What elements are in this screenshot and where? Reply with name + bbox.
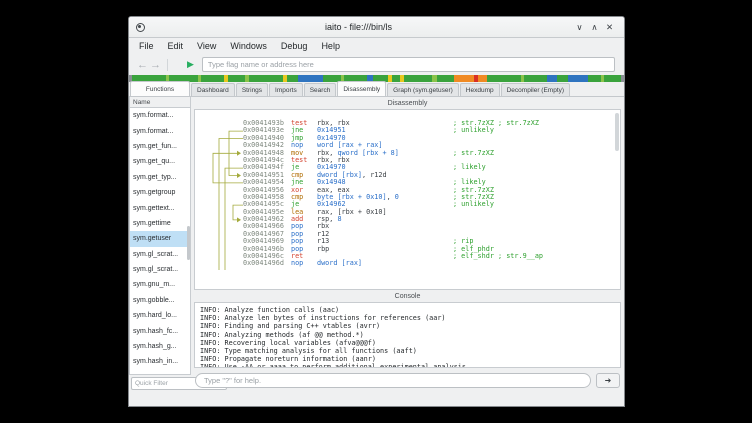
disassembly-view[interactable]: 0x0041493btestrbx, rbx; str.7zXZ ; str.7…: [194, 109, 621, 290]
close-button[interactable]: ✕: [602, 20, 617, 35]
function-item[interactable]: sym.format...: [130, 108, 190, 123]
function-item[interactable]: sym.getuser: [130, 231, 190, 246]
memory-segment: [588, 75, 600, 82]
function-item[interactable]: sym.hash_fc...: [130, 323, 190, 338]
console-line: INFO: Analyze function calls (aac): [200, 306, 615, 314]
functions-scrollbar[interactable]: [187, 226, 190, 260]
instruction-address: 0x0041496d: [243, 260, 291, 267]
console-line: INFO: Type matching analysis for all fun…: [200, 347, 615, 355]
toolbar-separator: [167, 59, 168, 71]
function-item[interactable]: sym.hard_lo...: [130, 308, 190, 323]
operand: , r12d: [362, 171, 387, 179]
function-item[interactable]: sym.get_qu...: [130, 154, 190, 169]
maximize-button[interactable]: ∧: [587, 20, 602, 35]
tab-search[interactable]: Search: [304, 83, 337, 96]
operand: 0: [395, 193, 399, 201]
function-item[interactable]: sym.get_typ...: [130, 170, 190, 185]
window-title: iaito - file:///bin/ls: [145, 22, 572, 32]
operand: 8: [337, 215, 341, 223]
app-window: iaito - file:///bin/ls ∨ ∧ ✕ File Edit V…: [128, 16, 625, 407]
minimize-button[interactable]: ∨: [572, 20, 587, 35]
comment: ; unlikely: [453, 201, 494, 208]
function-item[interactable]: sym.gl_scrat...: [130, 247, 190, 262]
console-input[interactable]: [195, 373, 591, 388]
comment: ; str.7zXZ: [453, 150, 494, 157]
comment: ; elf_shdr ; str.9__ap: [453, 253, 543, 260]
function-item[interactable]: sym.getgroup: [130, 185, 190, 200]
send-arrow-icon: ➜: [605, 376, 612, 385]
console-line: INFO: Recovering local variables (afva@@…: [200, 339, 615, 347]
menu-edit[interactable]: Edit: [161, 40, 191, 52]
operand: dword [rax]: [317, 259, 362, 267]
main-tabs: DashboardStringsImportsSearchDisassembly…: [191, 81, 571, 96]
tab-imports[interactable]: Imports: [269, 83, 303, 96]
functions-panel: Name sym.format...sym.format...sym.get_f…: [129, 97, 191, 392]
comment: ; unlikely: [453, 127, 494, 134]
function-item[interactable]: sym.hash_in...: [130, 354, 190, 369]
tab-dashboard[interactable]: Dashboard: [191, 83, 235, 96]
menu-debug[interactable]: Debug: [274, 40, 315, 52]
analyze-play-icon[interactable]: ▶: [187, 59, 194, 70]
menu-bar: File Edit View Windows Debug Help: [129, 38, 624, 54]
memory-segment: [604, 75, 621, 82]
address-input[interactable]: [202, 57, 615, 72]
comment: ; likely: [453, 164, 486, 171]
tab-graph-sym-getuser[interactable]: Graph (sym.getuser): [387, 83, 459, 96]
disassembly-line[interactable]: 0x0041496dnopdword [rax]: [203, 260, 610, 267]
memory-segment: [621, 75, 624, 82]
function-item[interactable]: sym.get_fun...: [130, 139, 190, 154]
quick-filter-row: ✕: [129, 375, 191, 392]
console-output[interactable]: INFO: Analyze function calls (aac)INFO: …: [194, 302, 621, 368]
console-input-row: ➜: [191, 368, 624, 392]
memory-segment: [568, 75, 588, 82]
function-item[interactable]: sym.gl_scrat...: [130, 262, 190, 277]
status-bar: [129, 392, 624, 406]
content-area: Disassembly 0x0041493btestrbx, rbx; str.…: [191, 97, 624, 392]
tab-decompiler-empty[interactable]: Decompiler (Empty): [501, 83, 570, 96]
function-item[interactable]: sym.gettime: [130, 216, 190, 231]
tab-bar: Functions DashboardStringsImportsSearchD…: [129, 82, 624, 97]
console-line: INFO: Analyze len bytes of instructions …: [200, 314, 615, 322]
function-item[interactable]: sym.gnu_m...: [130, 277, 190, 292]
function-item[interactable]: sym.format...: [130, 123, 190, 138]
console-line: INFO: Analyzing methods (af @@ method.*): [200, 331, 615, 339]
function-item[interactable]: sym.gettext...: [130, 200, 190, 215]
functions-name-column-header[interactable]: Name: [129, 97, 191, 108]
disassembly-scrollbar[interactable]: [615, 113, 619, 151]
disassembly-dock-title[interactable]: Disassembly: [191, 97, 624, 109]
menu-help[interactable]: Help: [314, 40, 347, 52]
operand: ,: [387, 193, 395, 201]
back-icon[interactable]: ←: [136, 59, 149, 71]
operand: rbp: [317, 245, 329, 253]
console-line: INFO: Propagate noreturn information (aa…: [200, 355, 615, 363]
function-item[interactable]: sym.hash_g...: [130, 339, 190, 354]
forward-icon[interactable]: →: [149, 59, 162, 71]
menu-windows[interactable]: Windows: [223, 40, 274, 52]
tab-disassembly[interactable]: Disassembly: [337, 81, 386, 96]
console-dock-title[interactable]: Console: [191, 290, 624, 302]
function-item[interactable]: sym.gobble...: [130, 293, 190, 308]
console-send-button[interactable]: ➜: [596, 373, 620, 388]
tab-strings[interactable]: Strings: [236, 83, 268, 96]
toolbar: ← → ▶: [129, 54, 624, 75]
app-icon: [136, 23, 145, 32]
main-area: Name sym.format...sym.format...sym.get_f…: [129, 97, 624, 392]
title-bar[interactable]: iaito - file:///bin/ls ∨ ∧ ✕: [129, 17, 624, 38]
tab-hexdump[interactable]: Hexdump: [460, 83, 500, 96]
console-line: INFO: Finding and parsing C++ vtables (a…: [200, 322, 615, 330]
disassembly-lines: 0x0041493btestrbx, rbx; str.7zXZ ; str.7…: [203, 120, 610, 268]
mnemonic: nop: [291, 260, 317, 267]
functions-list[interactable]: sym.format...sym.format...sym.get_fun...…: [129, 108, 191, 375]
menu-file[interactable]: File: [132, 40, 161, 52]
tab-functions[interactable]: Functions: [130, 81, 190, 96]
menu-view[interactable]: View: [190, 40, 223, 52]
